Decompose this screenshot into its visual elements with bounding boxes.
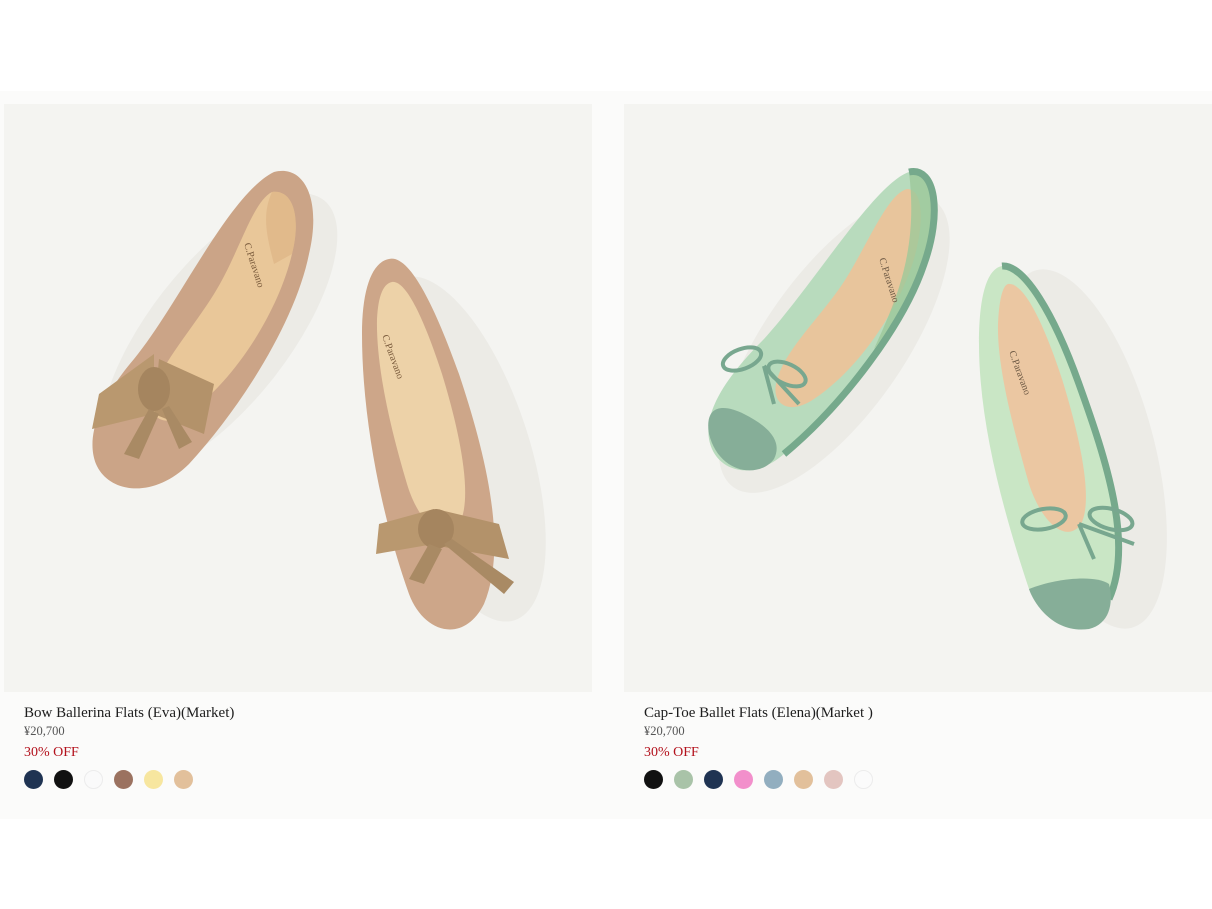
swatch-white[interactable] — [854, 770, 873, 789]
swatch-white[interactable] — [84, 770, 103, 789]
swatch-navy[interactable] — [24, 770, 43, 789]
swatch-black[interactable] — [644, 770, 663, 789]
product-image-eva[interactable]: C.Paravano C.Paravano — [4, 104, 592, 692]
swatch-beige[interactable] — [794, 770, 813, 789]
color-swatches — [644, 770, 1192, 789]
color-swatches — [24, 770, 572, 789]
product-title[interactable]: Bow Ballerina Flats (Eva)(Market) — [24, 704, 572, 722]
product-price: ¥20,700 — [644, 724, 685, 738]
swatch-brown[interactable] — [114, 770, 133, 789]
swatch-black[interactable] — [54, 770, 73, 789]
swatch-beige[interactable] — [174, 770, 193, 789]
product-card-eva[interactable]: C.Paravano C.Paravano Bow Ballerina Flat… — [4, 104, 592, 789]
product-image-elena[interactable]: C.Paravano C.Paravano — [624, 104, 1212, 692]
swatch-navy[interactable] — [704, 770, 723, 789]
discount-badge: 30% OFF — [644, 745, 699, 760]
discount-badge: 30% OFF — [24, 745, 79, 760]
swatch-light-blue[interactable] — [764, 770, 783, 789]
swatch-sage[interactable] — [674, 770, 693, 789]
product-card-elena[interactable]: C.Paravano C.Paravano Cap-Toe Ballet Fla… — [624, 104, 1212, 789]
swatch-yellow[interactable] — [144, 770, 163, 789]
product-title[interactable]: Cap-Toe Ballet Flats (Elena)(Market ) — [644, 704, 1192, 722]
swatch-pink[interactable] — [734, 770, 753, 789]
swatch-blush[interactable] — [824, 770, 843, 789]
product-price: ¥20,700 — [24, 724, 65, 738]
